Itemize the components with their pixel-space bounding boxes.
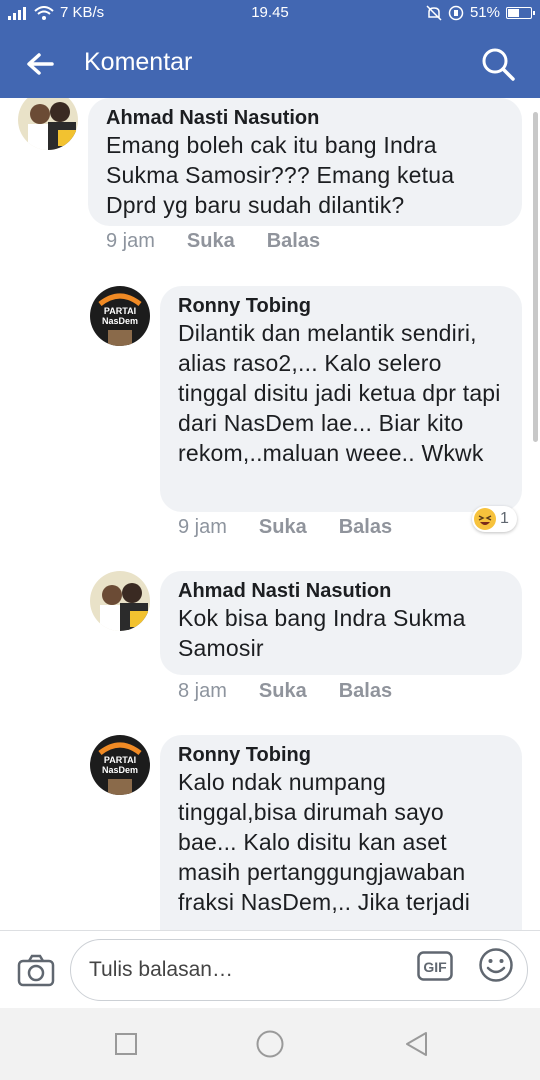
comment-author[interactable]: Ahmad Nasti Nasution <box>178 579 504 603</box>
avatar-nasdem-text: NasDem <box>102 765 138 775</box>
reply-bar: Tulis balasan… GIF <box>0 930 540 1008</box>
status-bar: 7 KB/s 19.45 51% <box>0 0 540 28</box>
avatar-photo <box>18 98 78 150</box>
mute-icon <box>426 4 442 21</box>
like-button[interactable]: Suka <box>259 680 307 703</box>
comment-time: 9 jam <box>178 516 227 538</box>
circle-icon <box>256 1030 284 1058</box>
reply-button[interactable]: Balas <box>267 230 320 253</box>
avatar-ronny[interactable]: PARTAI NasDem <box>90 735 150 795</box>
scrollbar[interactable] <box>533 112 538 442</box>
comment-text: Kalo ndak numpang tinggal,bisa dirumah s… <box>178 769 471 915</box>
gif-icon: GIF <box>417 951 453 981</box>
reply-button[interactable]: Balas <box>339 516 392 539</box>
recents-button[interactable] <box>108 1026 144 1062</box>
avatar-photo <box>90 571 150 631</box>
avatar-ahmad[interactable] <box>18 98 78 150</box>
comment-text: Kok bisa bang Indra Sukma Samosir <box>178 603 504 663</box>
emoji-button[interactable] <box>478 947 514 983</box>
camera-button[interactable] <box>16 951 56 991</box>
system-nav-bar <box>0 1008 540 1080</box>
comment-meta: 9 jam Suka Balas <box>178 516 424 539</box>
comment-meta: 8 jam Suka Balas <box>178 680 424 703</box>
comment-author[interactable]: Ahmad Nasti Nasution <box>106 106 504 130</box>
comment-text: Emang boleh cak itu bang Indra Sukma Sam… <box>106 132 455 218</box>
back-nav-button[interactable] <box>398 1026 434 1062</box>
battery-fill <box>508 8 519 17</box>
avatar-ronny[interactable]: PARTAI NasDem <box>90 286 150 346</box>
smiley-icon <box>479 948 513 982</box>
avatar-photo: PARTAI NasDem <box>90 286 150 346</box>
search-button[interactable] <box>476 42 520 86</box>
comment-text-prefix: Kok bisa bang <box>178 605 333 631</box>
comment-bubble: Ronny Tobing Dilantik dan melantik sendi… <box>160 286 522 512</box>
gif-label: GIF <box>423 959 447 975</box>
app-header: Komentar <box>0 28 540 98</box>
comment-text: Dilantik dan melantik sendiri, alias ras… <box>178 320 501 466</box>
page-title: Komentar <box>84 48 193 76</box>
comment-bubble: Ronny Tobing Kalo ndak numpang tinggal,b… <box>160 735 522 930</box>
comment-author[interactable]: Ronny Tobing <box>178 743 504 767</box>
battery-icon <box>506 6 535 19</box>
comment-author[interactable]: Ronny Tobing <box>178 294 504 318</box>
search-icon <box>482 48 515 81</box>
avatar-partai-text: PARTAI <box>104 306 136 316</box>
gif-button[interactable]: GIF <box>417 951 453 981</box>
square-icon <box>115 1033 137 1055</box>
avatar-ahmad[interactable] <box>90 571 150 631</box>
comment-time: 9 jam <box>106 230 155 252</box>
like-button[interactable]: Suka <box>187 230 235 253</box>
like-button[interactable]: Suka <box>259 516 307 539</box>
laugh-emoji-icon <box>474 508 496 530</box>
camera-icon <box>17 954 55 987</box>
avatar-nasdem-text: NasDem <box>102 316 138 326</box>
triangle-back-icon <box>406 1032 427 1056</box>
comment-time: 8 jam <box>178 680 227 702</box>
avatar-partai-text: PARTAI <box>104 755 136 765</box>
reply-button[interactable]: Balas <box>339 680 392 703</box>
comment-list: Ahmad Nasti Nasution Emang boleh cak itu… <box>0 98 540 930</box>
avatar-photo: PARTAI NasDem <box>90 735 150 795</box>
reply-input[interactable]: Tulis balasan… <box>70 939 528 1001</box>
comment-bubble: Ahmad Nasti Nasution Kok bisa bang Indra… <box>160 571 522 675</box>
back-arrow-icon <box>27 53 54 75</box>
reaction-badge[interactable]: 1 <box>472 506 517 532</box>
comment-meta: 9 jam Suka Balas <box>106 230 352 253</box>
battery-percent: 51% <box>469 4 500 21</box>
data-saver-icon <box>448 5 464 20</box>
reaction-count: 1 <box>500 510 509 527</box>
screen: 7 KB/s 19.45 51% Komentar Ahmad Nasti Na… <box>0 0 540 1080</box>
status-right: 51% <box>426 4 535 21</box>
comment-bubble: Ahmad Nasti Nasution Emang boleh cak itu… <box>88 98 522 226</box>
back-button[interactable] <box>20 44 60 84</box>
home-button[interactable] <box>252 1026 288 1062</box>
